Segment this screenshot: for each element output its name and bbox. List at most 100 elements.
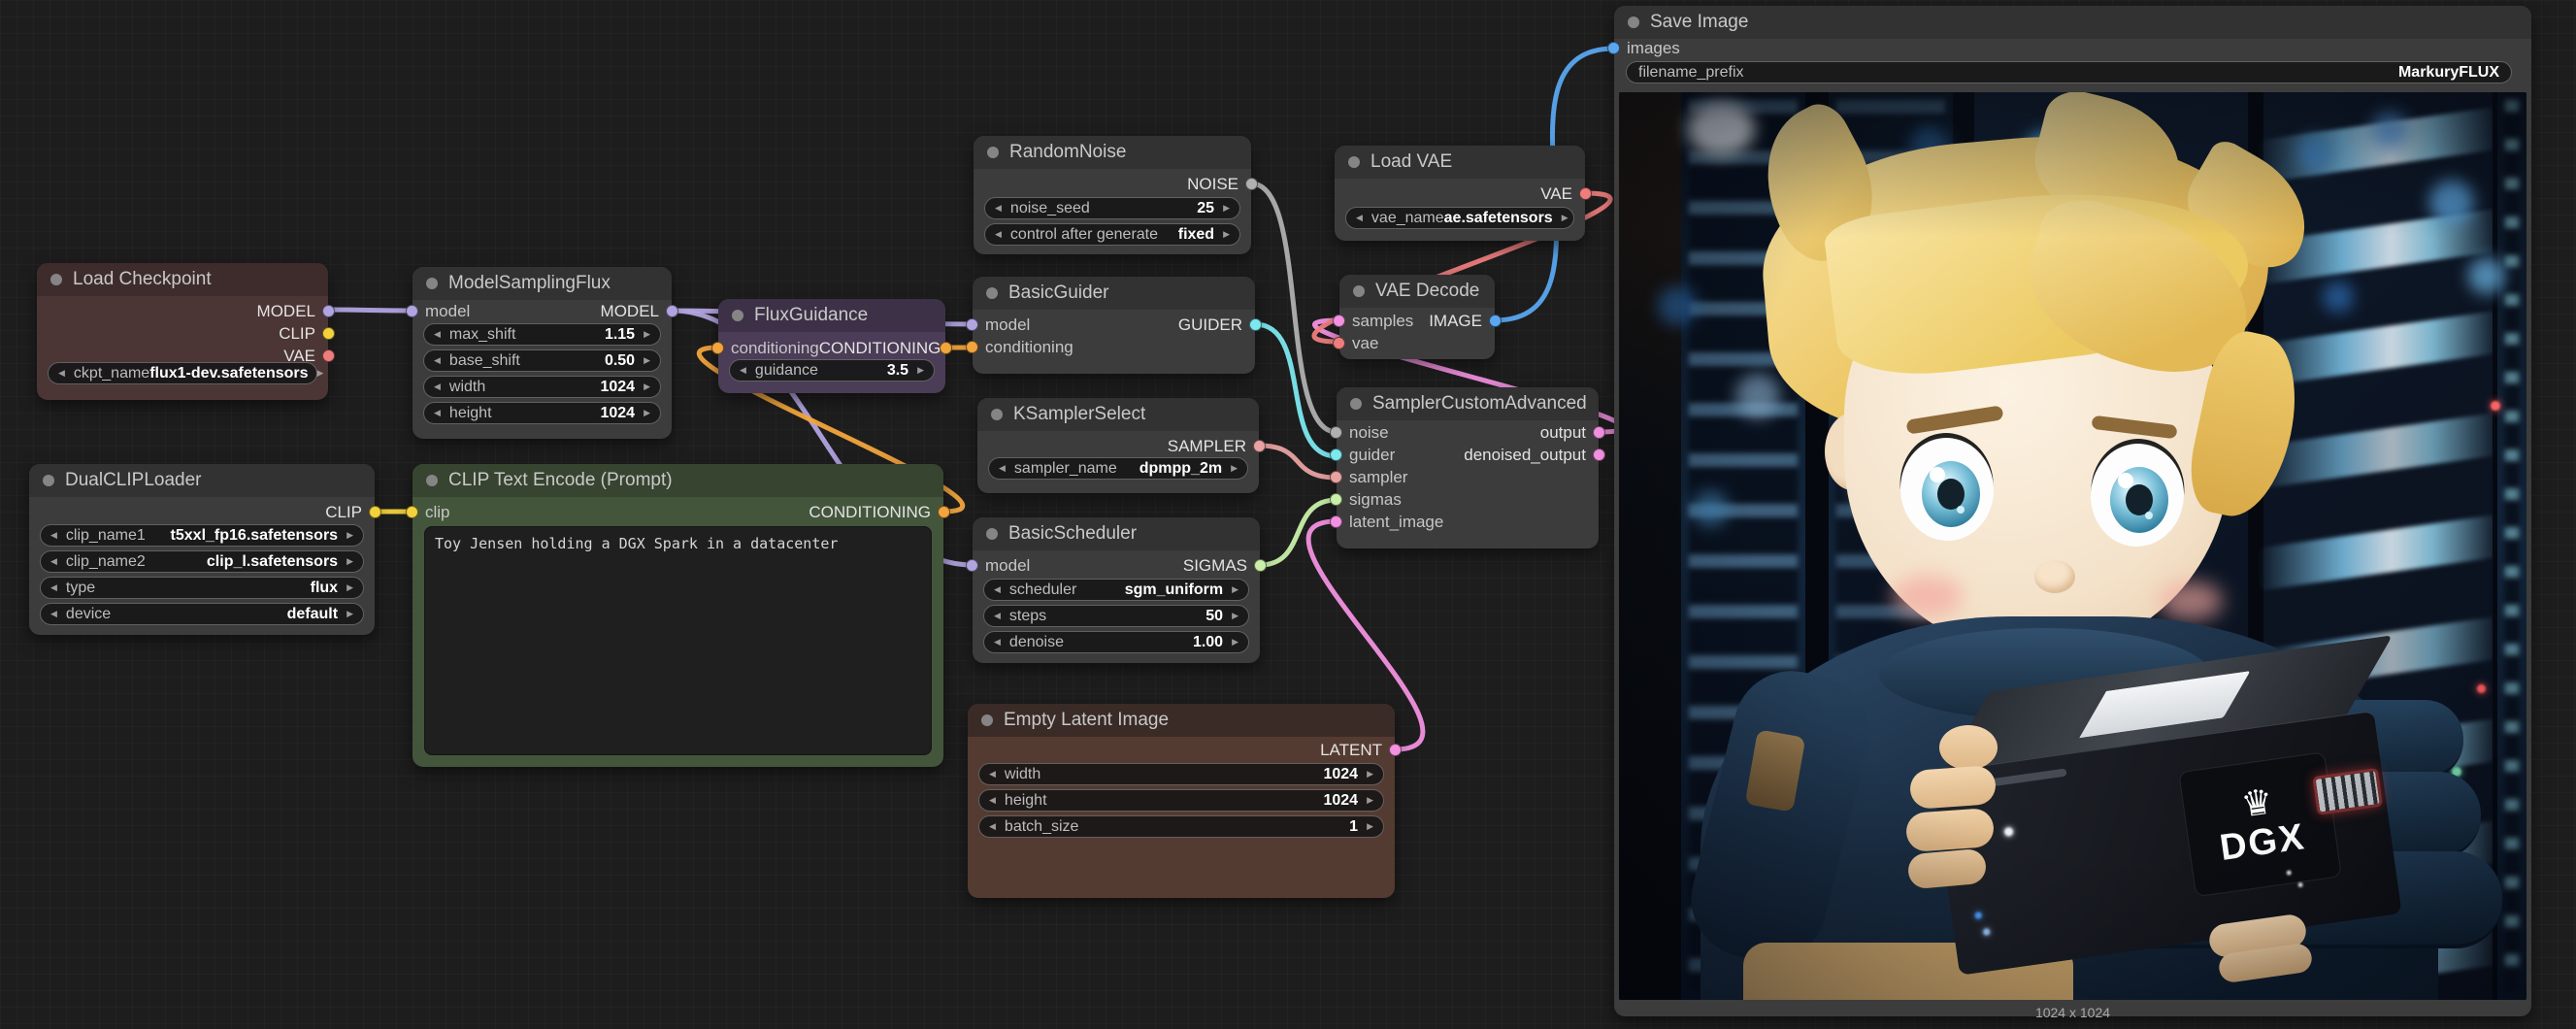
collapse-dot[interactable] xyxy=(732,310,743,321)
widget-ckpt-name[interactable]: ◀ckpt_nameflux1-dev.safetensors▶ xyxy=(48,362,317,384)
node-vae-decode[interactable]: VAE DecodesamplesIMAGEvae xyxy=(1339,275,1495,359)
widget-increment-arrow[interactable]: ▶ xyxy=(1367,770,1373,779)
node-load-vae[interactable]: Load VAEVAE◀vae_nameae.safetensors▶ xyxy=(1335,146,1585,241)
collapse-dot[interactable] xyxy=(986,528,998,540)
node-basic-guider[interactable]: BasicGuidermodelGUIDERconditioning xyxy=(973,277,1255,374)
node-flux-guidance[interactable]: FluxGuidanceconditioningCONDITIONING◀gui… xyxy=(718,299,945,393)
input-port-samples[interactable] xyxy=(1333,315,1345,327)
output-port-latent[interactable] xyxy=(1389,744,1402,756)
output-port-clip[interactable] xyxy=(322,327,335,340)
widget-increment-arrow[interactable]: ▶ xyxy=(1367,822,1373,831)
collapse-dot[interactable] xyxy=(1348,156,1360,168)
widget-sampler-name[interactable]: ◀sampler_namedpmpp_2m▶ xyxy=(988,457,1248,480)
collapse-dot[interactable] xyxy=(1353,285,1365,297)
node-ksampler-select[interactable]: KSamplerSelectSAMPLER◀sampler_namedpmpp_… xyxy=(977,398,1259,493)
widget-steps[interactable]: ◀steps50▶ xyxy=(983,605,1249,627)
widget-decrement-arrow[interactable]: ◀ xyxy=(50,610,57,618)
output-port-model[interactable] xyxy=(322,305,335,317)
widget-height[interactable]: ◀height1024▶ xyxy=(978,789,1384,812)
node-model-sampling-flux[interactable]: ModelSamplingFluxmodelMODEL◀max_shift1.1… xyxy=(413,267,672,439)
output-port-image[interactable] xyxy=(1489,315,1502,327)
widget-device[interactable]: ◀devicedefault▶ xyxy=(40,603,364,625)
widget-decrement-arrow[interactable]: ◀ xyxy=(995,230,1002,239)
widget-decrement-arrow[interactable]: ◀ xyxy=(434,382,441,391)
output-port-sampler[interactable] xyxy=(1253,440,1266,452)
output-port-vae[interactable] xyxy=(322,349,335,362)
collapse-dot[interactable] xyxy=(43,475,54,486)
widget-width[interactable]: ◀width1024▶ xyxy=(423,376,661,398)
collapse-dot[interactable] xyxy=(981,714,993,726)
widget-batch-size[interactable]: ◀batch_size1▶ xyxy=(978,815,1384,838)
node-random-noise[interactable]: RandomNoiseNOISE◀noise_seed25▶◀control a… xyxy=(974,136,1251,254)
output-port-noise[interactable] xyxy=(1245,178,1258,190)
widget-control-after-generate[interactable]: ◀control after generatefixed▶ xyxy=(984,223,1240,246)
output-port-conditioning[interactable] xyxy=(938,506,950,518)
output-port-sigmas[interactable] xyxy=(1254,559,1267,572)
output-port-output[interactable] xyxy=(1593,426,1605,439)
input-port-images[interactable] xyxy=(1607,42,1620,54)
input-port-model[interactable] xyxy=(966,559,978,572)
widget-noise-seed[interactable]: ◀noise_seed25▶ xyxy=(984,197,1240,219)
widget-increment-arrow[interactable]: ▶ xyxy=(1223,204,1230,213)
widget-decrement-arrow[interactable]: ◀ xyxy=(989,770,996,779)
widget-decrement-arrow[interactable]: ◀ xyxy=(995,204,1002,213)
collapse-dot[interactable] xyxy=(50,274,62,285)
input-port-vae[interactable] xyxy=(1333,337,1345,349)
widget-decrement-arrow[interactable]: ◀ xyxy=(50,583,57,592)
widget-increment-arrow[interactable]: ▶ xyxy=(347,531,353,540)
collapse-dot[interactable] xyxy=(1350,398,1362,410)
input-port-guider[interactable] xyxy=(1330,448,1342,461)
output-port-model[interactable] xyxy=(666,305,678,317)
widget-base-shift[interactable]: ◀base_shift0.50▶ xyxy=(423,349,661,372)
node-empty-latent-image[interactable]: Empty Latent ImageLATENT◀width1024▶◀heig… xyxy=(968,704,1395,898)
widget-decrement-arrow[interactable]: ◀ xyxy=(1356,214,1363,222)
widget-width[interactable]: ◀width1024▶ xyxy=(978,763,1384,785)
widget-increment-arrow[interactable]: ▶ xyxy=(917,366,924,375)
node-save-image[interactable]: Save Image images filename_prefix Markur… xyxy=(1614,6,2531,1016)
input-port-latent-image[interactable] xyxy=(1330,515,1342,528)
collapse-dot[interactable] xyxy=(426,475,438,486)
widget-decrement-arrow[interactable]: ◀ xyxy=(58,369,65,378)
widget-vae-name[interactable]: ◀vae_nameae.safetensors▶ xyxy=(1345,207,1574,229)
node-load-checkpoint[interactable]: Load CheckpointMODELCLIPVAE◀ckpt_nameflu… xyxy=(37,263,328,400)
output-port-clip[interactable] xyxy=(369,506,381,518)
widget-increment-arrow[interactable]: ▶ xyxy=(1367,796,1373,805)
widget-decrement-arrow[interactable]: ◀ xyxy=(989,822,996,831)
widget-increment-arrow[interactable]: ▶ xyxy=(644,382,650,391)
widget-height[interactable]: ◀height1024▶ xyxy=(423,402,661,424)
collapse-dot[interactable] xyxy=(986,287,998,299)
prompt-textarea[interactable] xyxy=(424,526,932,755)
widget-increment-arrow[interactable]: ▶ xyxy=(1562,214,1569,222)
node-sampler-custom-advanced[interactable]: SamplerCustomAdvancednoiseoutputguiderde… xyxy=(1337,387,1599,548)
widget-increment-arrow[interactable]: ▶ xyxy=(1232,612,1238,620)
widget-increment-arrow[interactable]: ▶ xyxy=(1232,638,1238,647)
node-basic-scheduler[interactable]: BasicSchedulermodelSIGMAS◀schedulersgm_u… xyxy=(973,517,1260,663)
input-port-noise[interactable] xyxy=(1330,426,1342,439)
collapse-dot[interactable] xyxy=(987,147,999,158)
widget-decrement-arrow[interactable]: ◀ xyxy=(994,585,1001,594)
widget-increment-arrow[interactable]: ▶ xyxy=(644,330,650,339)
widget-increment-arrow[interactable]: ▶ xyxy=(644,356,650,365)
widget-denoise[interactable]: ◀denoise1.00▶ xyxy=(983,631,1249,653)
widget-decrement-arrow[interactable]: ◀ xyxy=(434,356,441,365)
input-port-model[interactable] xyxy=(966,318,978,331)
input-port-conditioning[interactable] xyxy=(711,342,724,354)
widget-increment-arrow[interactable]: ▶ xyxy=(347,610,353,618)
widget-scheduler[interactable]: ◀schedulersgm_uniform▶ xyxy=(983,579,1249,601)
widget-decrement-arrow[interactable]: ◀ xyxy=(434,409,441,417)
widget-filename-prefix[interactable]: filename_prefix MarkuryFLUX xyxy=(1626,61,2512,83)
widget-clip-name1[interactable]: ◀clip_name1t5xxl_fp16.safetensors▶ xyxy=(40,524,364,547)
input-port-clip[interactable] xyxy=(406,506,418,518)
widget-increment-arrow[interactable]: ▶ xyxy=(347,583,353,592)
output-port-denoised-output[interactable] xyxy=(1593,448,1605,461)
collapse-dot[interactable] xyxy=(426,278,438,289)
widget-increment-arrow[interactable]: ▶ xyxy=(347,557,353,566)
collapse-dot[interactable] xyxy=(1628,17,1639,28)
widget-decrement-arrow[interactable]: ◀ xyxy=(994,612,1001,620)
output-port-guider[interactable] xyxy=(1249,318,1262,331)
input-port-model[interactable] xyxy=(406,305,418,317)
output-port-conditioning[interactable] xyxy=(940,342,952,354)
input-port-sampler[interactable] xyxy=(1330,471,1342,483)
graph-canvas[interactable]: Load CheckpointMODELCLIPVAE◀ckpt_nameflu… xyxy=(0,0,2576,1029)
widget-max-shift[interactable]: ◀max_shift1.15▶ xyxy=(423,323,661,346)
